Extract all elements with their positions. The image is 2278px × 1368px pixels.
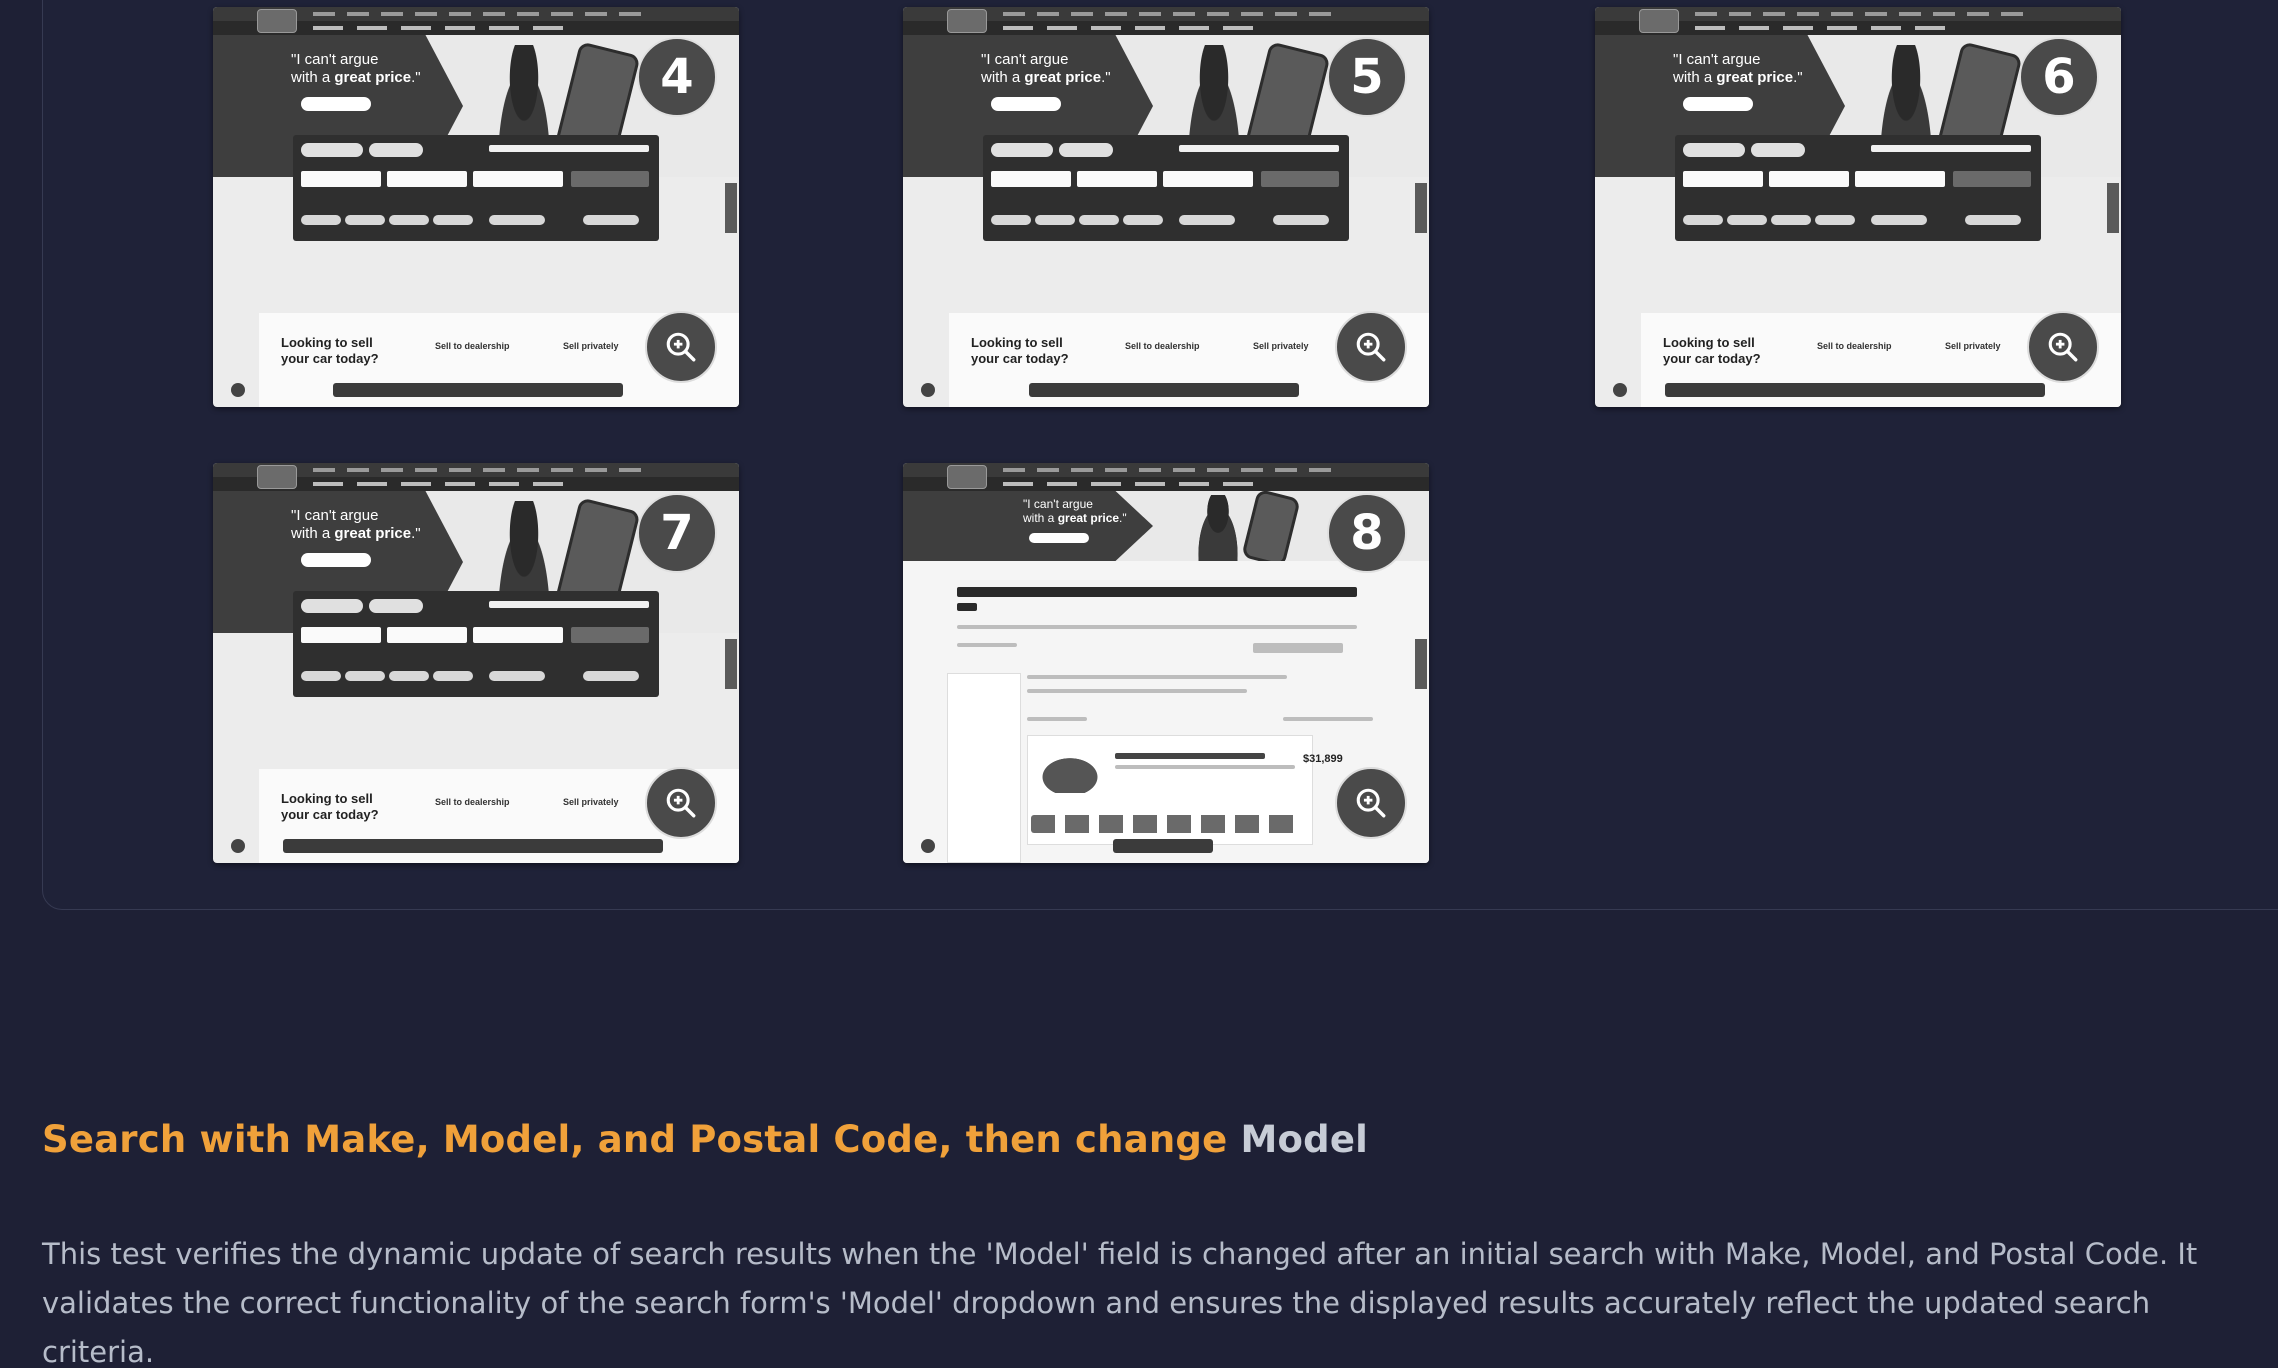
zoom-in-icon[interactable]: [1335, 311, 1407, 383]
hero-quote: "I can't argue with a great price.": [291, 507, 421, 542]
shop-now-button: [1029, 533, 1089, 543]
sell-option-dealership: Sell to dealership: [435, 341, 510, 351]
step-number-badge: 4: [637, 37, 717, 117]
nav-links: [313, 12, 643, 16]
sell-option-dealership: Sell to dealership: [1817, 341, 1892, 351]
hero-quote: "I can't argue with a great price.": [1673, 51, 1803, 86]
step-thumbnail-6[interactable]: "I can't argue with a great price." Look…: [1595, 7, 2121, 407]
results-heading-cont: [957, 603, 977, 611]
hero-person-image: [1193, 495, 1243, 561]
results-banner: [1027, 675, 1287, 679]
info-dot: [921, 839, 935, 853]
vehicle-title: [1115, 753, 1265, 759]
vehicle-image: [1035, 753, 1105, 793]
test-case-title: Search with Make, Model, and Postal Code…: [42, 1118, 1369, 1161]
zoom-in-icon[interactable]: [645, 767, 717, 839]
test-case-description: This test verifies the dynamic update of…: [42, 1237, 2198, 1368]
shop-now-button: [1683, 97, 1753, 111]
site-logo: [257, 9, 297, 33]
results-sort-select: [1253, 643, 1343, 653]
step-thumbnail-4[interactable]: "I can't argue with a great price." Look…: [213, 7, 739, 407]
vehicle-desc: [1115, 765, 1295, 769]
results-subtext: [957, 625, 1357, 629]
site-logo: [257, 465, 297, 489]
hero-quote: "I can't argue with a great price.": [1023, 497, 1127, 525]
zoom-in-icon[interactable]: [2027, 311, 2099, 383]
results-filter-sidebar: [947, 673, 1021, 863]
hero-quote: "I can't argue with a great price.": [981, 51, 1111, 86]
sell-heading: Looking to sell your car today?: [281, 335, 379, 366]
step-thumbnail-5[interactable]: "I can't argue with a great price." Look…: [903, 7, 1429, 407]
step-number-badge: 5: [1327, 37, 1407, 117]
info-dot: [231, 839, 245, 853]
zoom-in-icon[interactable]: [1335, 767, 1407, 839]
results-filter-toggle: [957, 643, 1017, 647]
hero-quote: "I can't argue with a great price.": [291, 51, 421, 86]
nav-links: [1003, 12, 1333, 16]
sell-option-private: Sell privately: [1945, 341, 2001, 351]
feedback-tab: [1415, 183, 1427, 233]
sell-option-dealership: Sell to dealership: [1125, 341, 1200, 351]
step-caption-tooltip: [1665, 383, 2045, 397]
shop-now-button: [301, 97, 371, 111]
info-dot: [921, 383, 935, 397]
results-count: [1027, 717, 1087, 721]
feedback-tab: [2107, 183, 2119, 233]
search-form: [293, 135, 659, 241]
results-heading: [957, 587, 1357, 597]
shop-now-button: [301, 553, 371, 567]
step-caption-tooltip: [1029, 383, 1299, 397]
site-logo: [947, 465, 987, 489]
sell-option-private: Sell privately: [563, 797, 619, 807]
info-dot: [231, 383, 245, 397]
vehicle-gallery-strip: [1031, 815, 1301, 833]
sell-heading: Looking to sell your car today?: [1663, 335, 1761, 366]
step-thumbnail-8[interactable]: "I can't argue with a great price." $31,…: [903, 463, 1429, 863]
vehicle-price: $31,899: [1303, 753, 1343, 765]
sell-option-private: Sell privately: [563, 341, 619, 351]
feedback-tab: [725, 639, 737, 689]
step-number-badge: 8: [1327, 493, 1407, 573]
step-number-badge: 7: [637, 493, 717, 573]
zoom-in-icon[interactable]: [645, 311, 717, 383]
nav-sublinks: [313, 482, 573, 486]
feedback-tab: [1415, 639, 1427, 689]
search-form: [1675, 135, 2041, 241]
search-form: [983, 135, 1349, 241]
nav-sublinks: [313, 26, 573, 30]
nav-sublinks: [1003, 482, 1263, 486]
step-number-badge: 6: [2019, 37, 2099, 117]
site-logo: [1639, 9, 1679, 33]
nav-sublinks: [1695, 26, 1955, 30]
step-caption-tooltip: [333, 383, 623, 397]
nav-links: [1695, 12, 2025, 16]
nav-links: [1003, 468, 1333, 472]
sell-heading: Looking to sell your car today?: [971, 335, 1069, 366]
screenshot-gallery-panel: "I can't argue with a great price." Look…: [42, 0, 2278, 910]
sell-option-dealership: Sell to dealership: [435, 797, 510, 807]
step-thumbnail-7[interactable]: "I can't argue with a great price." Look…: [213, 463, 739, 863]
shop-now-button: [991, 97, 1061, 111]
sell-option-private: Sell privately: [1253, 341, 1309, 351]
results-pagination: [1283, 717, 1373, 721]
step-caption-tooltip: [283, 839, 663, 853]
results-banner-2: [1027, 689, 1247, 693]
info-dot: [1613, 383, 1627, 397]
feedback-tab: [725, 183, 737, 233]
sell-heading: Looking to sell your car today?: [281, 791, 379, 822]
site-logo: [947, 9, 987, 33]
nav-sublinks: [1003, 26, 1263, 30]
step-caption-tooltip: [1113, 839, 1213, 853]
search-form: [293, 591, 659, 697]
nav-links: [313, 468, 643, 472]
